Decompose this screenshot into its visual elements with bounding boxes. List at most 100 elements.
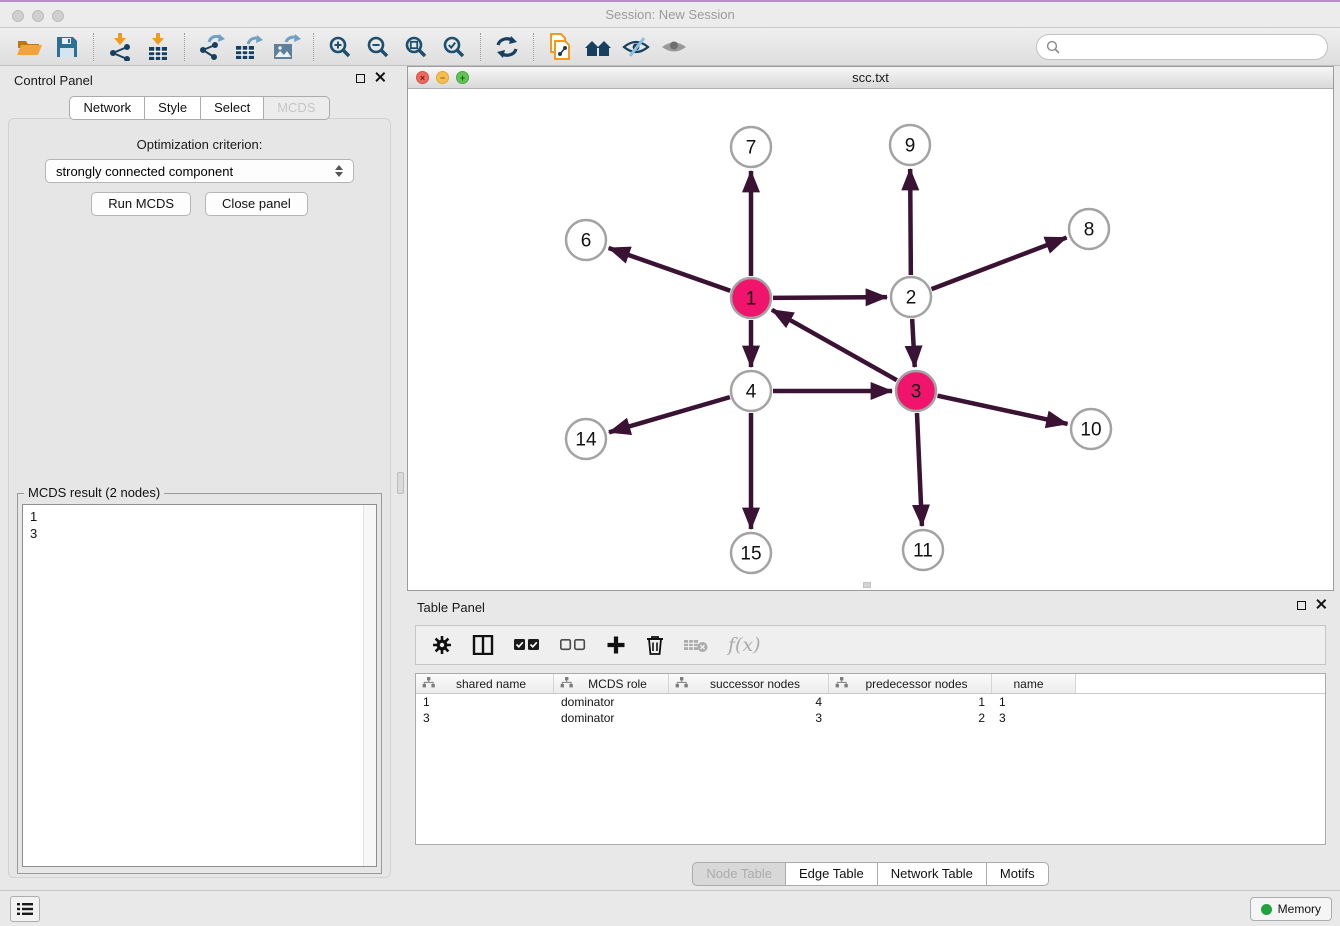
tab-mcds[interactable]: MCDS (263, 96, 329, 120)
graph-node-label: 4 (746, 382, 757, 403)
export-image-icon[interactable] (268, 30, 306, 64)
memory-button[interactable]: Memory (1250, 897, 1332, 921)
close-window-button[interactable] (12, 10, 24, 22)
graph-node-10[interactable]: 10 (1071, 409, 1111, 449)
graph-node-8[interactable]: 8 (1069, 209, 1109, 249)
settings-gear-icon[interactable] (432, 635, 452, 655)
graph-edge-1-6[interactable] (609, 248, 731, 291)
graph-node-9[interactable]: 9 (890, 125, 930, 165)
status-bar: Memory (0, 890, 1340, 926)
float-panel-icon[interactable] (356, 74, 365, 83)
graph-edge-2-8[interactable] (932, 238, 1067, 290)
table-cell[interactable]: 1 (829, 694, 992, 710)
add-row-icon[interactable] (606, 635, 626, 655)
minimize-network-button[interactable]: − (436, 71, 449, 84)
delete-table-icon (684, 637, 708, 653)
import-table-icon[interactable] (139, 30, 177, 64)
column-header-shared-name[interactable]: shared name (416, 674, 554, 693)
zoom-in-icon[interactable] (321, 30, 359, 64)
import-network-icon[interactable] (101, 30, 139, 64)
graph-node-3[interactable]: 3 (896, 371, 936, 411)
resize-grip[interactable] (863, 582, 871, 588)
export-network-icon[interactable] (192, 30, 230, 64)
chevron-up-down-icon (335, 165, 343, 177)
graph-edge-4-14[interactable] (609, 397, 730, 432)
copy-network-icon[interactable] (541, 30, 579, 64)
open-folder-icon[interactable] (10, 30, 48, 64)
table-cell[interactable]: 3 (669, 710, 829, 726)
graph-edge-2-9[interactable] (910, 169, 911, 275)
tab-network-table[interactable]: Network Table (877, 862, 987, 886)
graph-node-4[interactable]: 4 (731, 371, 771, 411)
minimize-window-button[interactable] (32, 10, 44, 22)
criterion-select[interactable]: strongly connected component (45, 159, 354, 183)
graph-node-1[interactable]: 1 (731, 278, 771, 318)
zoom-fit-icon[interactable] (397, 30, 435, 64)
network-canvas[interactable]: 7 9 6 8 1 2 4 3 14 10 15 11 (408, 89, 1333, 590)
splitter-handle[interactable] (397, 472, 404, 494)
graph-node-14[interactable]: 14 (566, 419, 606, 459)
graph-edge-2-3[interactable] (912, 319, 915, 367)
close-table-panel-icon[interactable]: ⨯ (1315, 599, 1328, 611)
maximize-window-button[interactable] (52, 10, 64, 22)
run-mcds-button[interactable]: Run MCDS (91, 192, 191, 216)
export-table-icon[interactable] (230, 30, 268, 64)
toggle-columns-icon[interactable] (472, 635, 494, 655)
tab-select[interactable]: Select (200, 96, 264, 120)
tab-node-table[interactable]: Node Table (692, 862, 786, 886)
column-header-name[interactable]: name (992, 674, 1076, 693)
eye-slash-icon[interactable] (617, 30, 655, 64)
graph-edge-3-10[interactable] (937, 396, 1067, 424)
table-cell[interactable]: 4 (669, 694, 829, 710)
task-history-button[interactable] (10, 896, 40, 922)
refresh-icon[interactable] (488, 30, 526, 64)
control-panel-tabs: NetworkStyleSelectMCDS (6, 96, 393, 120)
table-cell[interactable]: 1 (416, 694, 554, 710)
graph-node-label: 15 (740, 544, 761, 565)
toolbar-separator (93, 33, 94, 61)
tab-style[interactable]: Style (144, 96, 201, 120)
tab-network[interactable]: Network (69, 96, 145, 120)
close-panel-icon[interactable]: ⨯ (374, 72, 387, 84)
graph-node-11[interactable]: 11 (903, 530, 943, 570)
window-traffic-lights[interactable] (12, 10, 64, 22)
graph-edge-3-1[interactable] (772, 310, 897, 380)
tab-edge-table[interactable]: Edge Table (785, 862, 878, 886)
eye-icon[interactable] (655, 30, 693, 64)
table-cell[interactable]: dominator (554, 710, 669, 726)
optimization-criterion-label: Optimization criterion: (9, 137, 390, 152)
graph-node-7[interactable]: 7 (731, 127, 771, 167)
close-network-button[interactable]: × (416, 71, 429, 84)
result-scrollbar[interactable] (363, 505, 376, 866)
table-cell[interactable]: 3 (416, 710, 554, 726)
home-icon[interactable] (579, 30, 617, 64)
graph-edge-1-2[interactable] (773, 297, 887, 298)
close-panel-button[interactable]: Close panel (205, 192, 308, 216)
graph-node-15[interactable]: 15 (731, 533, 771, 573)
zoom-out-icon[interactable] (359, 30, 397, 64)
graph-node-6[interactable]: 6 (566, 220, 606, 260)
table-row[interactable]: 1dominator411 (416, 694, 1325, 710)
save-icon[interactable] (48, 30, 86, 64)
table-cell[interactable]: dominator (554, 694, 669, 710)
table-cell[interactable]: 3 (992, 710, 1076, 726)
delete-row-icon[interactable] (646, 635, 664, 655)
column-header-predecessor-nodes[interactable]: predecessor nodes (829, 674, 992, 693)
table-panel-title: Table Panel (407, 600, 485, 615)
table-cell[interactable]: 1 (992, 694, 1076, 710)
graph-node-2[interactable]: 2 (891, 277, 931, 317)
deselect-all-checkboxes-icon[interactable] (560, 638, 586, 652)
float-table-panel-icon[interactable] (1297, 601, 1306, 610)
result-line: 3 (30, 525, 369, 542)
zoom-selected-icon[interactable] (435, 30, 473, 64)
column-header-successor-nodes[interactable]: successor nodes (669, 674, 829, 693)
table-cell[interactable]: 2 (829, 710, 992, 726)
control-panel-title: Control Panel (6, 73, 93, 88)
graph-edge-3-11[interactable] (917, 413, 922, 526)
column-header-mcds-role[interactable]: MCDS role (554, 674, 669, 693)
select-all-checkboxes-icon[interactable] (514, 638, 540, 652)
table-row[interactable]: 3dominator323 (416, 710, 1325, 726)
maximize-network-button[interactable]: + (456, 71, 469, 84)
tab-motifs[interactable]: Motifs (986, 862, 1049, 886)
search-input[interactable] (1066, 40, 1318, 55)
